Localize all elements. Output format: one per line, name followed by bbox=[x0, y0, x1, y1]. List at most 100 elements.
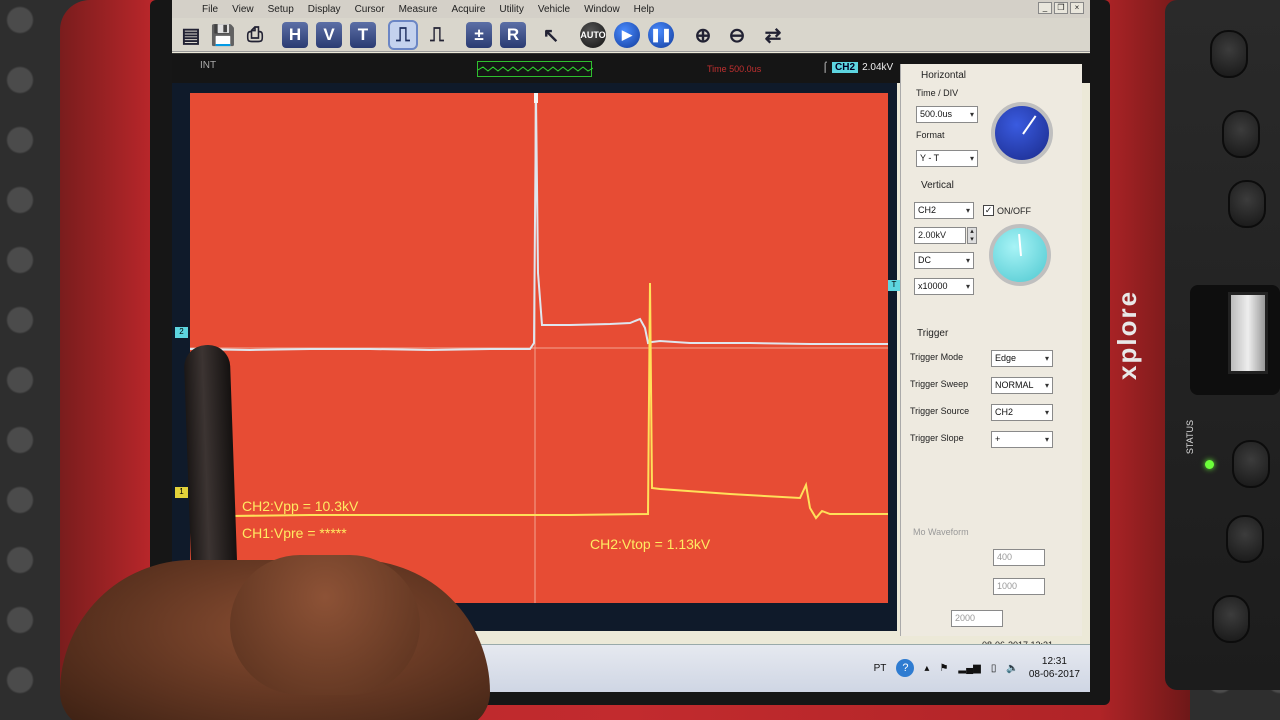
menu-setup[interactable]: Setup bbox=[268, 4, 294, 15]
clock-date: 08-06-2017 bbox=[1028, 669, 1080, 680]
hardware-button-2[interactable] bbox=[1222, 110, 1260, 158]
hardware-button-3[interactable] bbox=[1228, 180, 1266, 228]
volts-div-spinner[interactable]: 2.00kV bbox=[914, 227, 966, 244]
waveform-field-c[interactable]: 2000 bbox=[951, 610, 1003, 627]
trigger-button[interactable]: T bbox=[350, 22, 376, 48]
language-indicator[interactable]: PT bbox=[874, 663, 887, 674]
menu-display[interactable]: Display bbox=[308, 4, 341, 15]
cursor-arrow-icon[interactable]: ↖ bbox=[538, 22, 564, 48]
ref-button[interactable]: R bbox=[500, 22, 526, 48]
menu-utility[interactable]: Utility bbox=[499, 4, 523, 15]
gloved-knuckle bbox=[230, 555, 420, 695]
format-label: Format bbox=[916, 130, 945, 140]
trigger-slope-label: Trigger Slope bbox=[910, 433, 964, 443]
trigger-channel-badge: CH2 bbox=[832, 62, 859, 73]
trigger-mode-select[interactable]: Edge bbox=[991, 350, 1053, 367]
swap-icon[interactable]: ⇄ bbox=[760, 22, 786, 48]
measurement-ch2-vtop: CH2:Vtop = 1.13kV bbox=[590, 536, 711, 552]
ch2-ground-marker[interactable]: 2 bbox=[175, 327, 188, 338]
channel-onoff-checkbox[interactable]: ✓ bbox=[983, 205, 994, 216]
coupling-select[interactable]: DC bbox=[914, 252, 974, 269]
status-label: STATUS bbox=[1185, 420, 1195, 455]
auto-button[interactable]: AUTO bbox=[580, 22, 606, 48]
hardware-button-4[interactable] bbox=[1226, 515, 1264, 563]
waveform-field-b[interactable]: 1000 bbox=[993, 578, 1045, 595]
hardware-button-1[interactable] bbox=[1210, 30, 1248, 78]
overview-trace bbox=[477, 66, 594, 72]
square-wave-icon[interactable]: ⎍ bbox=[388, 20, 418, 50]
menu-acquire[interactable]: Acquire bbox=[451, 4, 485, 15]
timebase-readout: Time 500.0us bbox=[707, 64, 762, 74]
zoom-out-icon[interactable]: ⊖ bbox=[724, 22, 750, 48]
ch1-trace bbox=[229, 282, 888, 520]
pulse-wave-icon[interactable]: ⎍ bbox=[424, 22, 450, 48]
signal-icon[interactable]: ▂▄▆ bbox=[958, 663, 980, 674]
trigger-type-text: INT bbox=[200, 60, 217, 71]
time-div-knob[interactable] bbox=[991, 102, 1053, 164]
taskbar-clock[interactable]: 12:31 08-06-2017 bbox=[1029, 655, 1080, 681]
trigger-sweep-label: Trigger Sweep bbox=[910, 379, 969, 389]
spinner-arrows-icon[interactable]: ▴ ▾ bbox=[967, 227, 977, 244]
toolbar: ▤ 💾 ⎙ H V T ⎍ ⎍ ± R ↖ AUTO ▶ ❚❚ ⊕ ⊖ ⇄ bbox=[172, 18, 1090, 52]
minimize-icon[interactable]: _ bbox=[1038, 2, 1052, 14]
hardware-button-fn[interactable] bbox=[1232, 440, 1270, 488]
open-icon[interactable]: ▤ bbox=[178, 22, 204, 48]
brand-logo: xplore bbox=[1112, 289, 1142, 381]
restore-icon[interactable]: ❐ bbox=[1054, 2, 1068, 14]
ch1-ground-marker[interactable]: 1 bbox=[175, 487, 188, 498]
menu-measure[interactable]: Measure bbox=[399, 4, 438, 15]
time-knob-needle bbox=[1022, 115, 1037, 135]
print-icon[interactable]: ⎙ bbox=[242, 22, 268, 48]
volts-knob-needle bbox=[1018, 233, 1022, 257]
hardware-button-5[interactable] bbox=[1212, 595, 1250, 643]
fingerprint-sensor bbox=[1228, 292, 1268, 374]
waveform-plot[interactable]: CH2:Vpp = 10.3kV CH1:Vpre = ***** CH2:Vt… bbox=[190, 93, 888, 603]
clock-time: 12:31 bbox=[1041, 656, 1067, 667]
trigger-source-label: Trigger Source bbox=[910, 406, 970, 416]
pause-icon[interactable]: ❚❚ bbox=[648, 22, 674, 48]
flag-icon[interactable]: ⚑ bbox=[939, 663, 948, 674]
rising-edge-icon: ⌠ bbox=[822, 62, 829, 73]
horizontal-title: Horizontal bbox=[921, 70, 967, 81]
window-controls: _ ❐ × bbox=[1038, 2, 1084, 14]
menu-vehicle[interactable]: Vehicle bbox=[538, 4, 570, 15]
measurement-ch2-vpp: CH2:Vpp = 10.3kV bbox=[242, 498, 359, 514]
menu-file[interactable]: File bbox=[202, 4, 218, 15]
volume-icon[interactable]: 🔈 bbox=[1006, 663, 1018, 674]
battery-icon[interactable]: ▯ bbox=[991, 663, 997, 674]
help-icon[interactable]: ? bbox=[896, 659, 915, 677]
save-icon[interactable]: 💾 bbox=[210, 22, 236, 48]
waveform-overview[interactable] bbox=[477, 61, 594, 77]
trigger-source-select[interactable]: CH2 bbox=[991, 404, 1053, 421]
scope-display: CH2:Vpp = 10.3kV CH1:Vpre = ***** CH2:Vt… bbox=[172, 83, 900, 631]
waveform-field-a[interactable]: 400 bbox=[993, 549, 1045, 566]
run-icon[interactable]: ▶ bbox=[614, 22, 640, 48]
trigger-mode-label: Trigger Mode bbox=[910, 352, 964, 362]
horizontal-button[interactable]: H bbox=[282, 22, 308, 48]
trigger-sweep-select[interactable]: NORMAL bbox=[991, 377, 1053, 394]
volts-div-knob[interactable] bbox=[989, 224, 1051, 286]
ch2-trace bbox=[190, 97, 888, 352]
time-div-select[interactable]: 500.0us bbox=[916, 106, 978, 123]
onoff-label: ON/OFF bbox=[997, 206, 1031, 216]
status-led bbox=[1205, 460, 1214, 469]
vertical-button[interactable]: V bbox=[316, 22, 342, 48]
menu-cursor[interactable]: Cursor bbox=[355, 4, 385, 15]
vertical-channel-select[interactable]: CH2 bbox=[914, 202, 974, 219]
menu-help[interactable]: Help bbox=[634, 4, 655, 15]
system-tray: PT ? ▴ ⚑ ▂▄▆ ▯ 🔈 12:31 08-06-2017 bbox=[874, 655, 1080, 681]
menu-view[interactable]: View bbox=[232, 4, 254, 15]
menu-window[interactable]: Window bbox=[584, 4, 620, 15]
menu-bar: File View Setup Display Cursor Measure A… bbox=[172, 0, 1090, 18]
measurement-ch1-vpre: CH1:Vpre = ***** bbox=[242, 525, 347, 541]
close-icon[interactable]: × bbox=[1070, 2, 1084, 14]
time-div-label: Time / DIV bbox=[916, 88, 959, 98]
probe-select[interactable]: x10000 bbox=[914, 278, 974, 295]
math-button[interactable]: ± bbox=[466, 22, 492, 48]
trigger-level-text: 2.04kV bbox=[862, 62, 894, 73]
trigger-slope-select[interactable]: + bbox=[991, 431, 1053, 448]
format-select[interactable]: Y - T bbox=[916, 150, 978, 167]
trigger-level-marker[interactable]: T bbox=[888, 280, 900, 291]
tray-expand-icon[interactable]: ▴ bbox=[924, 663, 929, 674]
zoom-in-icon[interactable]: ⊕ bbox=[690, 22, 716, 48]
